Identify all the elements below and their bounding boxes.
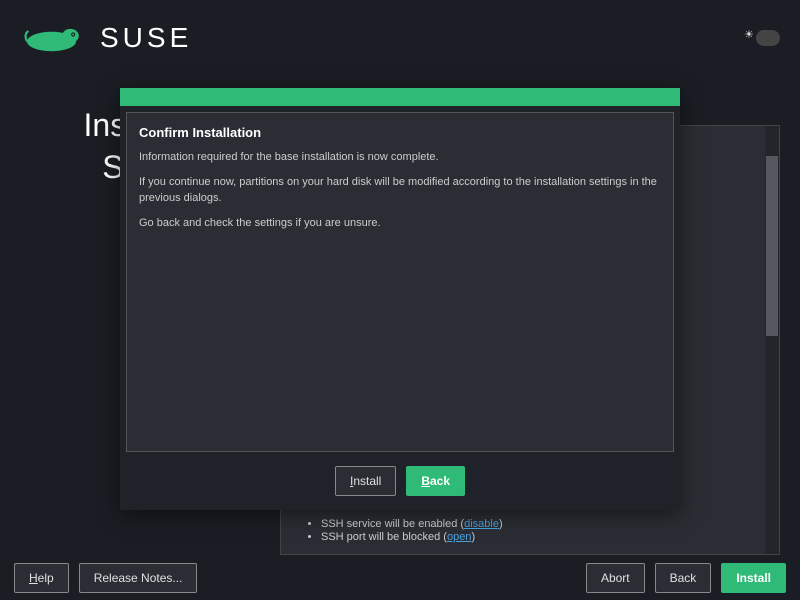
install-button[interactable]: Install bbox=[721, 563, 786, 593]
modal-text: If you continue now, partitions on your … bbox=[139, 175, 661, 206]
modal-title: Confirm Installation bbox=[139, 125, 661, 140]
modal-accent-stripe bbox=[120, 88, 680, 106]
list-item: SSH port will be blocked (open) bbox=[321, 531, 503, 543]
logo-group: SUSE bbox=[20, 20, 192, 56]
modal-footer: Install Back bbox=[120, 458, 680, 510]
confirm-installation-dialog: Confirm Installation Information require… bbox=[120, 88, 680, 510]
brand-text: SUSE bbox=[100, 22, 192, 54]
disable-link[interactable]: disable bbox=[464, 518, 499, 530]
suse-chameleon-icon bbox=[20, 20, 90, 56]
help-button[interactable]: Help bbox=[14, 563, 69, 593]
back-button[interactable]: Back bbox=[655, 563, 712, 593]
abort-button[interactable]: Abort bbox=[586, 563, 645, 593]
scrollbar-thumb[interactable] bbox=[766, 156, 778, 336]
release-notes-button[interactable]: Release Notes... bbox=[79, 563, 198, 593]
open-link[interactable]: open bbox=[447, 531, 471, 543]
theme-toggle[interactable] bbox=[756, 30, 780, 46]
modal-back-button[interactable]: Back bbox=[406, 466, 465, 496]
modal-text: Information required for the base instal… bbox=[139, 150, 661, 165]
modal-body: Confirm Installation Information require… bbox=[126, 112, 674, 452]
settings-list: SSH service will be enabled (disable) SS… bbox=[321, 518, 503, 544]
modal-install-button[interactable]: Install bbox=[335, 466, 396, 496]
footer-bar: Help Release Notes... Abort Back Install bbox=[0, 555, 800, 600]
header: SUSE bbox=[0, 0, 800, 75]
modal-text: Go back and check the settings if you ar… bbox=[139, 216, 661, 231]
list-item: SSH service will be enabled (disable) bbox=[321, 518, 503, 530]
scrollbar-track[interactable] bbox=[765, 126, 779, 554]
